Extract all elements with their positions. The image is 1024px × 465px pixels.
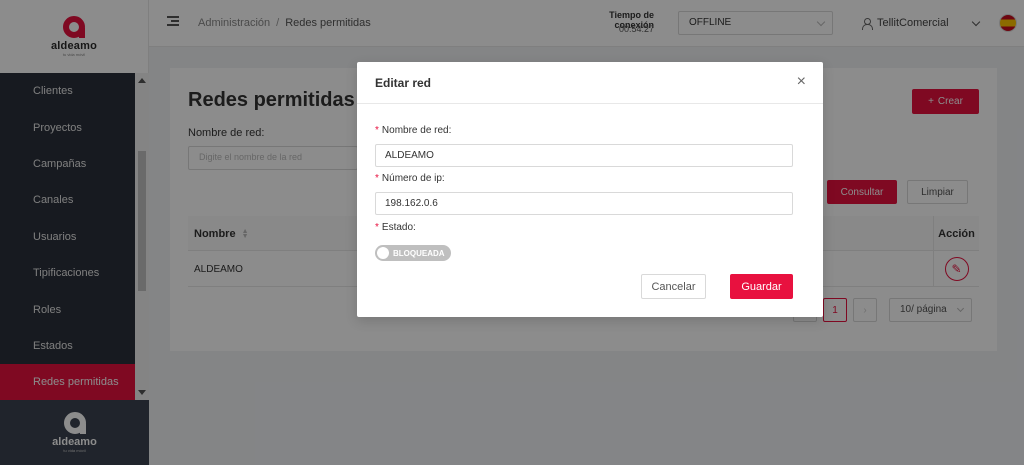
ip-number-input[interactable]: 198.162.0.6 [375,192,793,215]
close-icon[interactable]: × [797,74,806,90]
state-toggle[interactable]: BLOQUEADA [375,245,451,261]
save-button[interactable]: Guardar [730,274,793,299]
network-name-input[interactable]: ALDEAMO [375,144,793,167]
ip-number-label: * Número de ip: [375,173,445,184]
toggle-knob [377,247,389,259]
modal-header: Editar red × [357,62,823,104]
state-toggle-text: BLOQUEADA [393,248,445,258]
modal-title: Editar red [375,76,432,90]
edit-network-modal: Editar red × * Nombre de red: ALDEAMO * Nú… [357,62,823,317]
state-label: * Estado: [375,222,416,233]
network-name-label: * Nombre de red: [375,125,452,136]
cancel-button[interactable]: Cancelar [641,274,706,299]
